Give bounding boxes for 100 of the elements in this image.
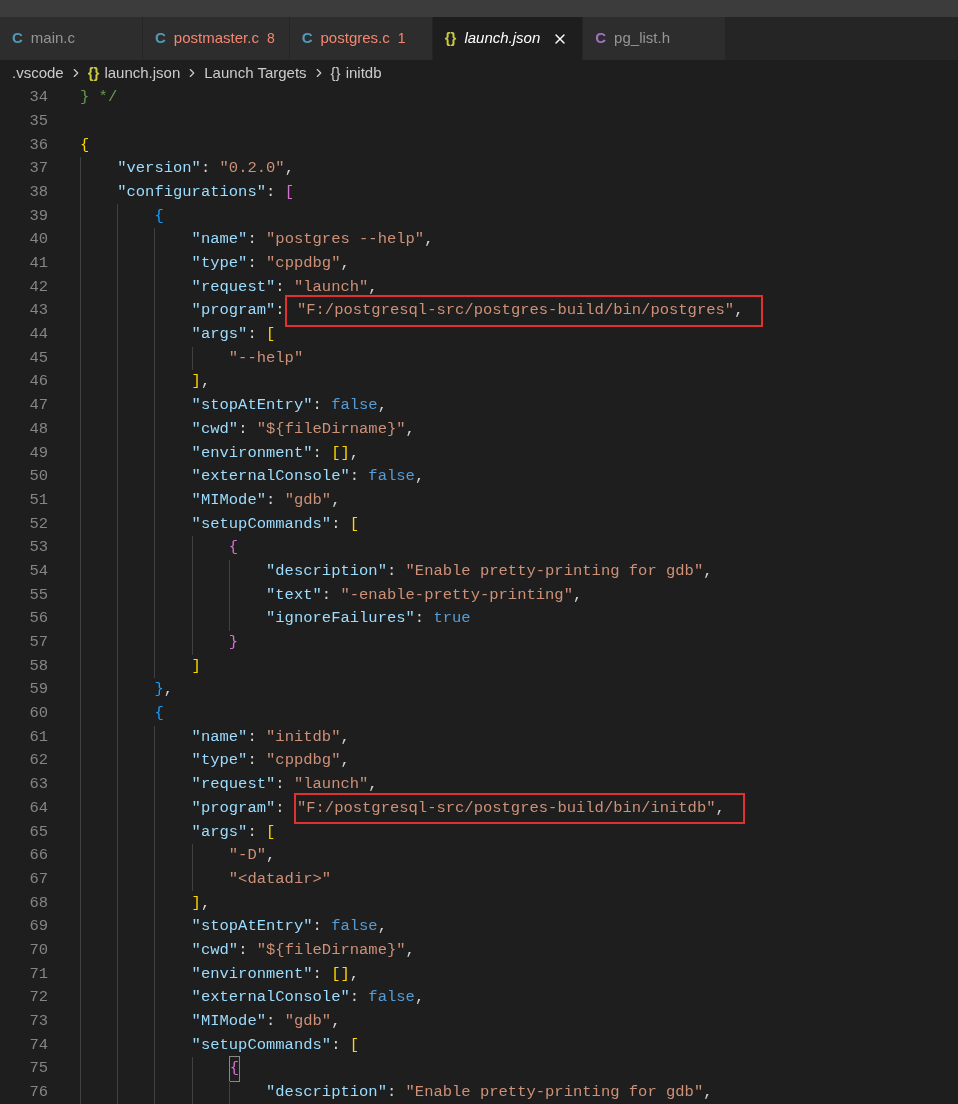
code-text: "<datadir>" <box>228 868 332 890</box>
line-number: 69 <box>28 916 48 938</box>
code-text: "description": "Enable pretty-printing for gdb", <box>266 1082 713 1104</box>
problem-count: 1 <box>397 29 406 48</box>
tab-label: main.c <box>30 28 76 49</box>
line-number: 66 <box>28 845 48 867</box>
line-number: 61 <box>28 726 48 748</box>
code-text: "ignoreFailures": true <box>266 608 471 630</box>
line-number: 46 <box>28 371 48 393</box>
line-number: 37 <box>28 158 48 180</box>
file-type-icon: C <box>595 27 607 50</box>
code-text: } <box>228 632 239 654</box>
line-number: 59 <box>28 679 48 701</box>
code-text: "version": "0.2.0", <box>117 158 294 180</box>
tab-label: postmaster.c <box>173 28 259 49</box>
line-number: 43 <box>28 300 48 322</box>
line-number: 35 <box>28 110 48 132</box>
code-text: "-D", <box>228 845 276 867</box>
code-text: "program": <box>191 797 286 819</box>
line-number: 75 <box>28 1058 48 1080</box>
code-text: "request": "launch", <box>191 276 378 298</box>
line-number: 39 <box>28 205 48 227</box>
line-number: 65 <box>28 821 48 843</box>
code-text: "text": "-enable-pretty-printing", <box>266 584 583 606</box>
line-number: 76 <box>28 1082 48 1104</box>
editor-tab[interactable]: C postmaster.c 8 <box>143 17 290 60</box>
code-text: { <box>154 703 164 725</box>
editor-tab[interactable]: C main.c <box>0 17 143 60</box>
line-number: 55 <box>28 584 48 606</box>
code-text: "cwd": "${fileDirname}", <box>191 939 415 961</box>
code-text: "program": <box>191 300 285 322</box>
breadcrumb-item[interactable]: Launch Targets <box>204 61 307 85</box>
line-number: 47 <box>28 395 48 417</box>
editor-tab[interactable]: {} launch.json <box>432 17 584 60</box>
editor-tab[interactable]: C postgres.c 1 <box>289 17 433 60</box>
matched-bracket: { <box>228 1056 241 1082</box>
code-text: "args": [ <box>191 324 276 346</box>
code-text: "configurations": [ <box>117 181 294 203</box>
line-number: 40 <box>28 229 48 251</box>
line-number: 50 <box>28 466 48 488</box>
line-number: 60 <box>28 703 48 725</box>
code-text: "args": [ <box>191 821 276 843</box>
code-text: "description": "Enable pretty-printing for gdb", <box>266 560 713 582</box>
code-text: "type": "cppdbg", <box>191 253 350 275</box>
code-text: ], <box>191 892 211 914</box>
code-text: ] <box>191 655 201 677</box>
tab-label: pg_list.h <box>614 28 670 49</box>
editor-tab[interactable]: C pg_list.h <box>583 17 727 60</box>
code-text: "MIMode": "gdb", <box>191 489 341 511</box>
line-number: 34 <box>28 87 48 109</box>
line-number: 36 <box>28 134 48 156</box>
code-text: { <box>80 134 90 156</box>
line-number: 45 <box>28 347 48 369</box>
code-text: "externalConsole": false, <box>191 987 425 1009</box>
file-type-icon: {} <box>444 27 457 50</box>
code-text: { <box>228 537 239 559</box>
line-number: 68 <box>28 892 48 914</box>
line-number: 64 <box>28 797 48 819</box>
line-number: 56 <box>28 608 48 630</box>
code-text: "--help" <box>228 347 304 369</box>
code-text: "stopAtEntry": false, <box>191 916 387 938</box>
problem-count: 8 <box>266 29 275 48</box>
line-number: 53 <box>28 537 48 559</box>
breadcrumb-item[interactable]: launch.json <box>104 61 181 85</box>
braces-icon: {} <box>330 61 341 85</box>
line-number: 74 <box>28 1034 48 1056</box>
code-text: "stopAtEntry": false, <box>191 395 387 417</box>
code-text: { <box>154 205 164 227</box>
code-text: "name": "initdb", <box>191 726 350 748</box>
code-text: "setupCommands": [ <box>191 513 360 535</box>
line-number: 73 <box>28 1011 48 1033</box>
file-type-icon: C <box>301 27 313 50</box>
line-number: 51 <box>28 489 48 511</box>
line-number: 72 <box>28 987 48 1009</box>
line-number: 52 <box>28 513 48 535</box>
line-number: 44 <box>28 324 48 346</box>
line-number: 71 <box>28 963 48 985</box>
code-text: "cwd": "${fileDirname}", <box>191 418 415 440</box>
code-text: "externalConsole": false, <box>191 466 425 488</box>
line-number: 70 <box>28 939 48 961</box>
file-type-icon: C <box>155 27 166 50</box>
code-text: "MIMode": "gdb", <box>191 1011 341 1033</box>
line-number: 63 <box>28 774 48 796</box>
tab-label: postgres.c <box>320 28 390 49</box>
code-text: "setupCommands": [ <box>191 1034 360 1056</box>
line-number: 62 <box>28 750 48 772</box>
code-text: }, <box>154 679 174 701</box>
line-number: 49 <box>28 442 48 464</box>
line-number: 38 <box>28 181 48 203</box>
highlight-box: "F:/postgresql-src/postgres-build/bin/initdb", <box>293 792 745 825</box>
code-text: "environment": [], <box>191 963 360 985</box>
code-text: "environment": [], <box>191 442 360 464</box>
line-number: 58 <box>28 655 48 677</box>
braces-icon: {} <box>87 61 100 85</box>
code-text: ], <box>191 371 211 393</box>
line-number: 42 <box>28 276 48 298</box>
breadcrumb-item[interactable]: initdb <box>345 61 382 85</box>
line-number: 54 <box>28 560 48 582</box>
file-type-icon: C <box>12 27 23 50</box>
breadcrumb-item[interactable]: .vscode <box>12 61 64 85</box>
